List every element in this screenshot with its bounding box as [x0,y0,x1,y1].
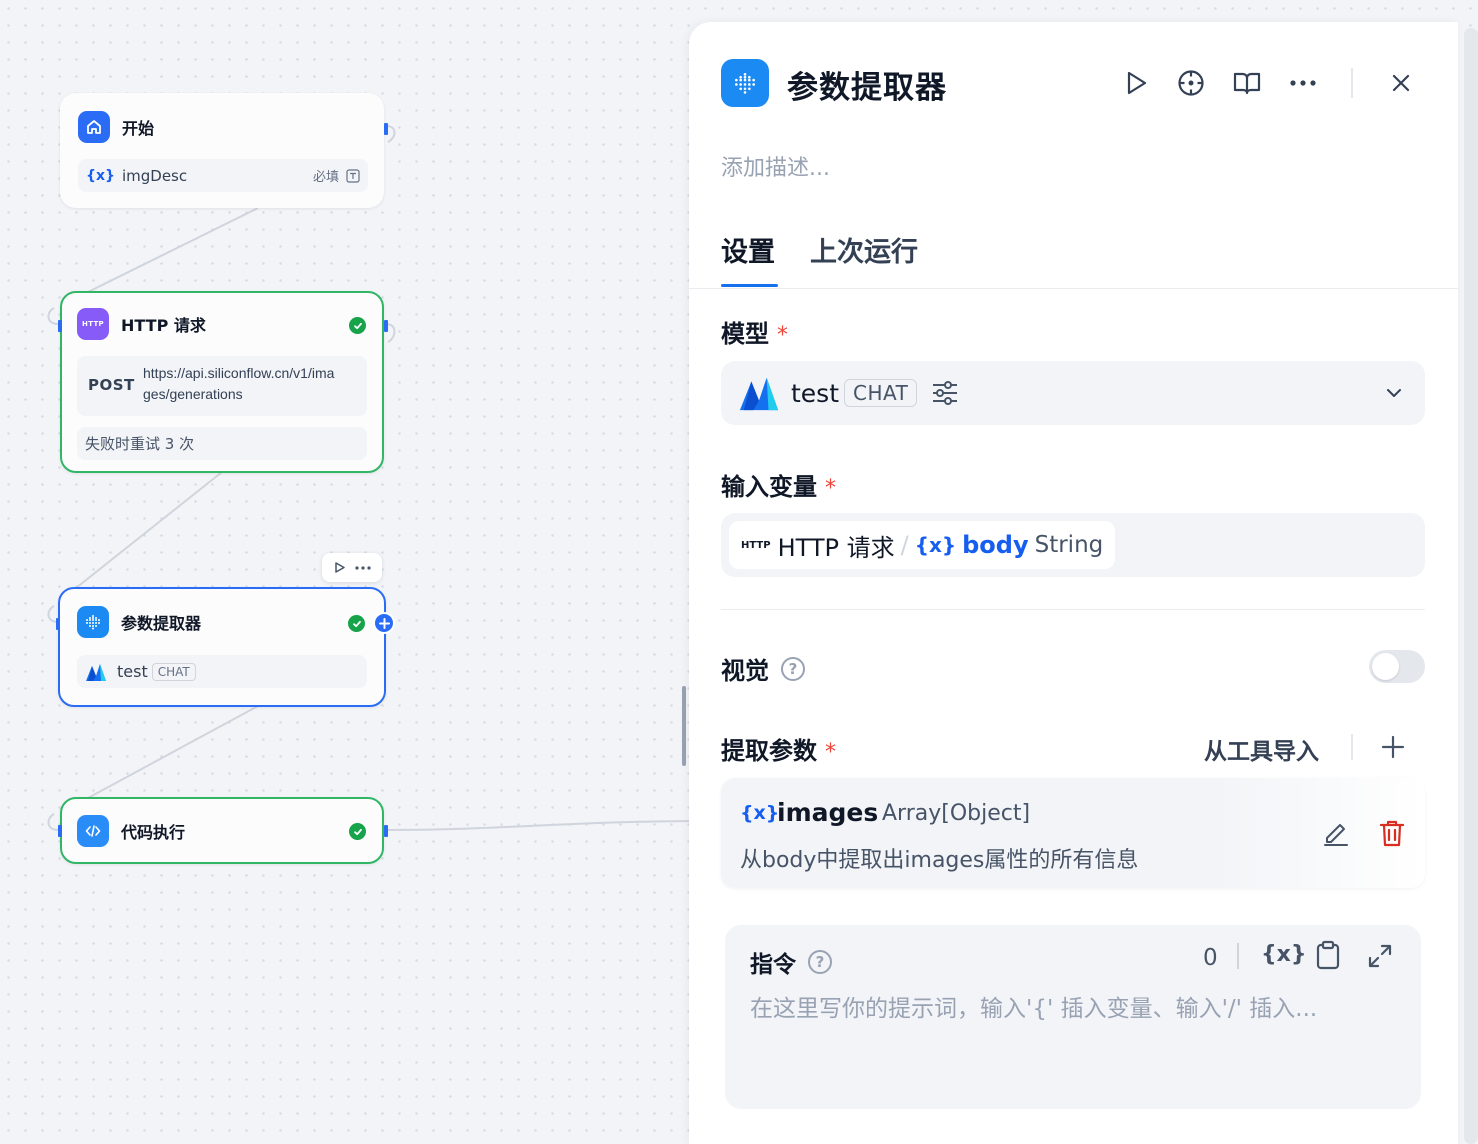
param-type: Array[Object] [882,801,1031,826]
toolbar-divider [1351,68,1353,98]
start-node-title: 开始 [122,119,155,138]
variable-icon: {x} [86,167,115,184]
extractor-node-header: 参数提取器 [77,606,201,638]
token-count: 0 [1203,945,1218,971]
text-input-icon [346,168,360,183]
http-icon: HTTP [77,308,109,340]
extractor-input-handle[interactable] [56,618,60,630]
help-circle-icon[interactable]: ? [781,656,805,681]
parameter-extractor-node[interactable]: 参数提取器 test CHAT [56,587,386,707]
node-mini-toolbar [322,553,382,582]
extractor-node-title: 参数提取器 [121,614,202,633]
insert-variable-button[interactable]: {x} [1261,942,1307,967]
model-name: test [791,378,840,408]
run-step-button[interactable] [1119,66,1153,100]
code-node-header: 代码执行 [77,815,185,847]
close-panel-button[interactable] [1384,66,1418,100]
extractor-icon [77,606,109,638]
model-params-icon[interactable] [931,380,959,406]
success-check-icon [348,615,365,632]
param-description: 从body中提取出images属性的所有信息 [740,848,1139,873]
http-retry-info: 失败时重试 3 次 [77,427,367,460]
clipboard-icon[interactable] [1315,940,1341,970]
toolbar-divider [1351,734,1353,760]
toolbar-divider [1237,943,1239,969]
http-input-handle[interactable] [58,320,62,332]
expand-icon[interactable] [1367,943,1393,969]
more-options-button[interactable] [1286,66,1320,100]
section-divider [721,609,1425,610]
tab-divider [689,288,1458,289]
variable-type: String [1034,532,1104,558]
success-check-icon [349,317,366,334]
delete-icon[interactable] [1379,819,1405,847]
code-input-handle[interactable] [58,825,62,837]
start-node-header: 开始 [78,111,154,143]
http-node-title: HTTP 请求 [121,316,206,335]
tab-settings[interactable]: 设置 [721,230,775,269]
extract-params-label: 提取参数 * [721,737,836,765]
model-selector[interactable]: test CHAT [721,361,1425,425]
selected-variable-pill[interactable]: HTTP HTTP 请求 / {x} body String [729,521,1116,569]
description-input[interactable]: 添加描述... [721,150,830,182]
start-variable-row[interactable]: {x} imgDesc 必填 [78,159,368,192]
edit-icon[interactable] [1322,819,1350,847]
home-icon [78,111,110,143]
panel-title[interactable]: 参数提取器 [787,62,947,107]
http-url-line2: ges/generations [143,386,243,402]
code-node-title: 代码执行 [121,823,186,842]
plus-icon[interactable] [1381,735,1405,763]
code-icon [77,815,109,847]
vision-field: 视觉 ? [721,651,805,686]
model-name: test [117,662,148,681]
http-request-summary: POST https://api.siliconflow.cn/v1/ima g… [77,356,367,416]
extract-param-item[interactable]: {x} images Array[Object] 从body中提取出images… [721,778,1425,888]
extractor-icon [721,59,769,107]
model-mode-tag: CHAT [844,379,918,407]
panel-scrollbar[interactable] [1464,28,1478,1144]
instruction-editor[interactable]: 指令 ? 0 {x} 在这里写你的提示词，输入'{' 插入变量、输入'/' 插入… [725,925,1421,1109]
code-exec-node[interactable]: 代码执行 [58,797,388,864]
http-method: POST [88,376,135,394]
extractor-model-row: test CHAT [77,655,367,688]
chevron-down-icon[interactable] [1386,388,1402,398]
variable-icon: {x} [740,802,780,824]
input-variable-label: 输入变量 * [721,473,836,501]
http-url-line1: https://api.siliconflow.cn/v1/ima [143,365,335,381]
variable-icon: {x} [914,533,957,557]
http-request-node[interactable]: HTTP HTTP 请求 POST https://api.siliconflo… [58,291,388,473]
active-tab-indicator [721,284,778,287]
instruction-input[interactable]: 在这里写你的提示词，输入'{' 插入变量、输入'/' 插入... [750,989,1395,1023]
start-variable-name: imgDesc [121,166,188,185]
help-doc-button[interactable] [1230,66,1264,100]
instruction-header: 指令 ? [750,945,832,979]
param-name: images [777,798,879,827]
http-icon: HTTP [741,539,771,551]
vision-toggle[interactable] [1369,650,1425,683]
model-provider-icon [85,662,107,682]
start-node[interactable]: 开始 {x} imgDesc 必填 [60,93,388,208]
input-variable-selector[interactable]: HTTP HTTP 请求 / {x} body String [721,513,1425,577]
code-output-handle[interactable] [384,825,388,837]
variable-name: body [962,531,1029,559]
path-separator: / [900,531,909,559]
source-node-name: HTTP 请求 [777,533,895,562]
add-next-node-button[interactable] [373,612,395,634]
required-label: 必填 [312,170,339,185]
start-output-handle[interactable] [384,123,388,135]
node-settings-panel: 参数提取器 添加描述... 设置 上次运行 模型 * test CHAT 输入变… [689,22,1458,1144]
help-circle-icon[interactable]: ? [808,950,832,974]
http-output-handle[interactable] [384,320,388,332]
success-check-icon [349,823,366,840]
more-options-icon[interactable] [355,565,371,570]
panel-resize-handle[interactable] [682,686,686,766]
http-node-header: HTTP HTTP 请求 [77,308,206,340]
model-field-label: 模型 * [721,320,788,348]
tab-last-run[interactable]: 上次运行 [810,230,918,269]
locate-node-button[interactable] [1174,66,1208,100]
run-node-icon[interactable] [333,561,346,574]
import-from-tool-button[interactable]: 从工具导入 [1204,732,1319,766]
model-provider-icon [738,373,780,413]
model-tag: CHAT [151,662,196,681]
